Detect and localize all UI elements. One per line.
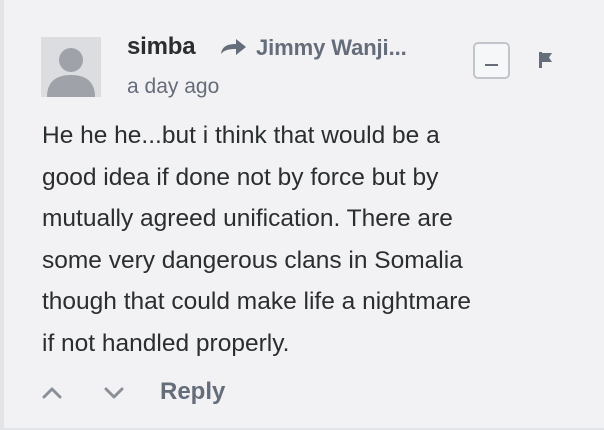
reply-arrow-icon (221, 39, 246, 55)
message-line: though that could make life a nightmare (42, 288, 472, 315)
message-line: if not handled properly. (42, 329, 290, 357)
default-avatar-icon (47, 48, 95, 97)
thread-indent-rule (0, 0, 4, 430)
avatar[interactable] (41, 37, 101, 97)
chevron-down-icon[interactable] (102, 382, 126, 404)
chevron-up-icon[interactable] (40, 382, 64, 404)
message-line: He he he...but i think that would be a (42, 122, 440, 149)
in-reply-to-author[interactable]: Jimmy Wanji... (256, 35, 407, 61)
reply-button[interactable]: Reply (160, 378, 225, 406)
minus-icon (485, 64, 498, 66)
message-line: some very dangerous clans in Somalia (42, 246, 463, 274)
comment-timestamp[interactable]: a day ago (127, 75, 219, 99)
collapse-button[interactable] (473, 42, 510, 79)
message-line: good idea if done not by force but by (42, 163, 439, 191)
comment-author[interactable]: simba (127, 33, 196, 61)
flag-icon[interactable] (537, 50, 555, 70)
message-line: mutually agreed unification. There are (42, 205, 453, 232)
comment-message: He he he...but i think that would be a g… (42, 115, 590, 364)
